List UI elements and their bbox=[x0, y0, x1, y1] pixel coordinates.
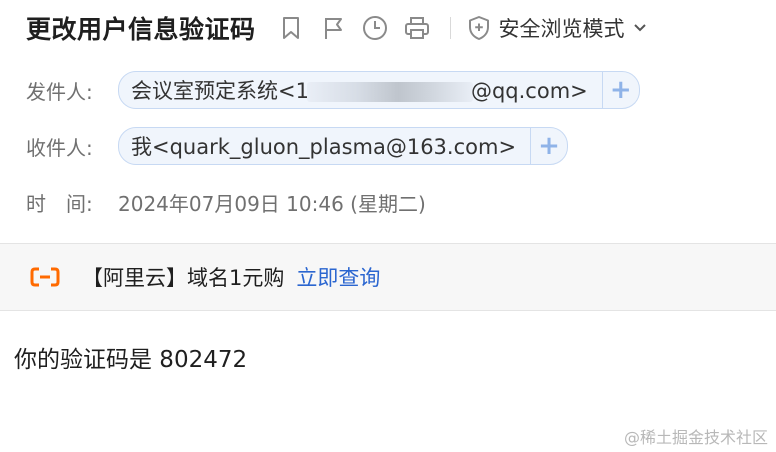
watermark: @稀土掘金技术社区 bbox=[623, 428, 768, 447]
safe-browsing-label: 安全浏览模式 bbox=[498, 17, 625, 41]
toolbar-divider bbox=[449, 17, 451, 39]
email-body: 你的验证码是 802472 bbox=[14, 347, 248, 373]
sender-address-suffix: @qq.com> bbox=[470, 79, 588, 103]
ad-banner: 【阿里云】域名1元购 立即查询 bbox=[0, 243, 776, 311]
recipient-row: 收件人: 我<quark_gluon_plasma@163.com> + bbox=[26, 126, 569, 166]
sender-chip[interactable]: 会议室预定系统<1 @qq.com> + bbox=[118, 71, 640, 109]
add-recipient-contact-button[interactable]: + bbox=[530, 128, 567, 164]
plus-icon: + bbox=[538, 131, 560, 161]
flag-icon[interactable] bbox=[320, 15, 346, 41]
redacted-address bbox=[306, 82, 473, 102]
ad-query-link[interactable]: 立即查询 bbox=[296, 262, 380, 292]
sender-row: 发件人: 会议室预定系统<1 @qq.com> + bbox=[26, 70, 640, 110]
bookmark-icon[interactable] bbox=[278, 15, 304, 41]
sent-time: 2024年07月09日 10:46 (星期二) bbox=[118, 191, 426, 216]
print-icon[interactable] bbox=[404, 15, 430, 41]
aliyun-logo-icon bbox=[30, 265, 60, 289]
ad-text: 【阿里云】域名1元购 bbox=[82, 266, 285, 290]
recipient-address[interactable]: 我<quark_gluon_plasma@163.com> bbox=[119, 131, 530, 161]
sender-address[interactable]: 会议室预定系统<1 @qq.com> bbox=[119, 75, 602, 105]
plus-icon: + bbox=[609, 75, 632, 105]
header-row: 更改用户信息验证码 安全浏览模式 bbox=[26, 8, 647, 48]
sender-address-prefix: <1 bbox=[278, 79, 309, 103]
email-subject: 更改用户信息验证码 bbox=[26, 15, 256, 44]
time-row: 时 间: 2024年07月09日 10:46 (星期二) bbox=[26, 182, 426, 222]
sender-name: 会议室预定系统 bbox=[131, 79, 278, 103]
clock-icon[interactable] bbox=[362, 15, 388, 41]
add-sender-contact-button[interactable]: + bbox=[601, 72, 639, 108]
sender-label: 发件人: bbox=[26, 79, 93, 104]
shield-icon bbox=[468, 16, 489, 40]
chevron-down-icon bbox=[633, 24, 646, 32]
safe-browsing-mode-dropdown[interactable]: 安全浏览模式 bbox=[467, 13, 647, 43]
recipient-label: 收件人: bbox=[26, 135, 93, 160]
time-label: 时 间: bbox=[26, 191, 93, 216]
recipient-chip[interactable]: 我<quark_gluon_plasma@163.com> + bbox=[118, 127, 569, 165]
toolbar: 安全浏览模式 bbox=[278, 13, 647, 43]
